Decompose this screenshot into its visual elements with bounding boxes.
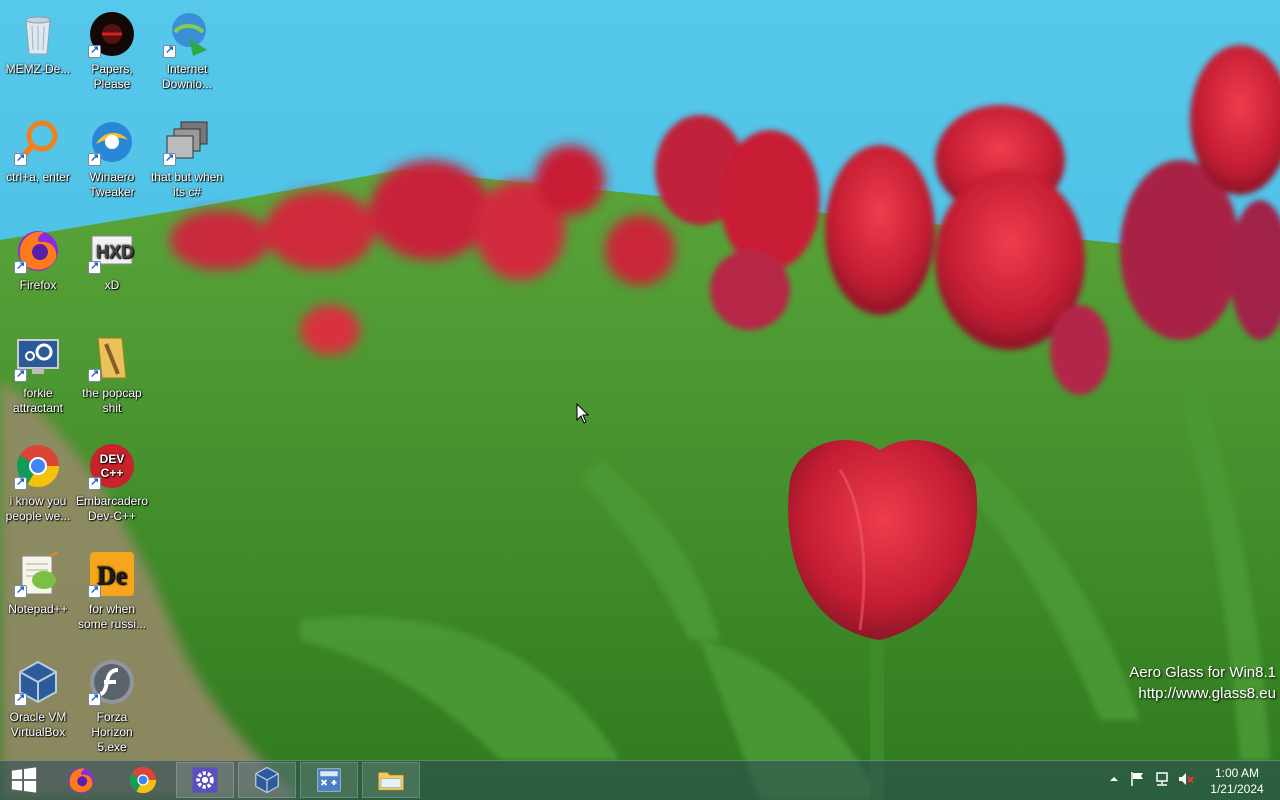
- desktop-icon-label: Notepad++: [8, 602, 68, 616]
- watermark-line-1: Aero Glass for Win8.1: [1129, 664, 1276, 681]
- folder-icon: [88, 334, 136, 382]
- desktop-icon-firefox[interactable]: Firefox: [0, 220, 76, 320]
- desktop-icon-ctrl-a-enter[interactable]: ctrl+a, enter: [0, 112, 76, 212]
- chrome-icon: [129, 766, 157, 794]
- papers-please-icon: [88, 10, 136, 58]
- aero-glass-watermark: Aero Glass for Win8.1 http://www.glass8.…: [1129, 662, 1276, 704]
- svg-text:DEV: DEV: [100, 452, 125, 466]
- devcpp-icon: DEV C++: [88, 442, 136, 490]
- watermark-line-2: http://www.glass8.eu: [1138, 685, 1276, 702]
- tray-volume-button[interactable]: [1177, 770, 1195, 788]
- de-icon: De: [88, 550, 136, 598]
- desktop-icon-label: i know you people we...: [5, 494, 71, 523]
- desktop-icon-label: Papers, Please: [91, 62, 133, 91]
- svg-text:HXD: HXD: [96, 242, 134, 262]
- gear-icon: [192, 767, 218, 793]
- taskbar-calculator-button[interactable]: [300, 762, 358, 798]
- taskbar-virtualbox-button[interactable]: [238, 762, 296, 798]
- desktop-icon-label: xD: [104, 278, 120, 292]
- stacked-windows-icon: [163, 118, 211, 166]
- taskbar-file-explorer-button[interactable]: [362, 762, 420, 798]
- mouse-cursor-icon: [576, 403, 590, 424]
- desktop-icon-label: Forza Horizon 5.exe: [91, 710, 133, 754]
- internet-download-manager-icon: [163, 10, 211, 58]
- desktop-icon-label: Oracle VM VirtualBox: [9, 710, 67, 739]
- desktop-icon-internet-download-manager[interactable]: Internet Downlo...: [149, 4, 225, 104]
- desktop-icon-memz[interactable]: MEMZ-De...: [0, 4, 76, 104]
- desktop-icon-forza-horizon-5[interactable]: Forza Horizon 5.exe: [74, 652, 150, 754]
- svg-text:De: De: [97, 561, 127, 590]
- desktop-icon-the-popcap-shit[interactable]: the popcap shit: [74, 328, 150, 428]
- desktop-icon-label: MEMZ-De...: [5, 62, 71, 76]
- desktop-icon-label: Internet Downlo...: [161, 62, 213, 91]
- desktop-icon-label: forkie attractant: [12, 386, 64, 415]
- taskbar-clock[interactable]: 1:00 AM 1/21/2024: [1200, 765, 1274, 797]
- hxd-icon: HXD: [88, 226, 136, 274]
- tray-network-button[interactable]: [1153, 770, 1171, 788]
- firefox-icon: [68, 768, 94, 794]
- desktop-icon-label: Embarcadero Dev-C++: [75, 494, 149, 523]
- taskbar-settings-button[interactable]: [176, 762, 234, 798]
- desktop-icon-chrome[interactable]: i know you people we...: [0, 436, 76, 536]
- notepadpp-icon: [14, 550, 62, 598]
- firefox-icon: [14, 226, 62, 274]
- desktop-icon-for-when-some-russi[interactable]: De for when some russi...: [74, 544, 150, 644]
- computer-settings-icon: [14, 334, 62, 382]
- desktop-icon-oracle-vm-virtualbox[interactable]: Oracle VM VirtualBox: [0, 652, 76, 752]
- desktop-icon-embarcadero-dev-cpp[interactable]: DEVC++ Embarcadero Dev-C++: [74, 436, 150, 536]
- clock-date: 1/21/2024: [1210, 782, 1264, 796]
- start-button[interactable]: [6, 764, 42, 796]
- chrome-icon: [14, 442, 62, 490]
- desktop-icon-label: the popcap shit: [82, 386, 142, 415]
- tray-action-center-button[interactable]: [1129, 770, 1147, 788]
- desktop-icon-label: ctrl+a, enter: [6, 170, 70, 184]
- desktop-icon-papers-please[interactable]: Papers, Please: [74, 4, 150, 104]
- svg-text:C++: C++: [101, 466, 124, 480]
- tray-show-hidden-button[interactable]: [1105, 770, 1123, 788]
- desktop-icon-label: Winaero Tweaker: [89, 170, 135, 199]
- flag-icon: [1131, 772, 1143, 786]
- folder-icon: [378, 772, 404, 791]
- recycle-bin-icon: [14, 10, 62, 58]
- winaero-tweaker-icon: [88, 118, 136, 166]
- desktop-icon-label: that but when its c#: [150, 170, 224, 199]
- magnifier-icon: [14, 118, 62, 166]
- taskbar: [0, 760, 1280, 800]
- virtualbox-icon: [14, 658, 62, 706]
- desktop-icon-notepad-plus-plus[interactable]: Notepad++: [0, 544, 76, 644]
- virtualbox-icon: [255, 766, 279, 794]
- desktop-icon-forkie-attractant[interactable]: forkie attractant: [0, 328, 76, 428]
- desktop-icon-xd[interactable]: HXD xD: [74, 220, 150, 320]
- desktop-icon-label: Firefox: [19, 278, 57, 292]
- windows-logo-icon: [11, 767, 37, 793]
- desktop-icon-label: for when some russi...: [77, 602, 146, 631]
- flash-icon: [88, 658, 136, 706]
- desktop-icon-that-but-when-its-c-sharp[interactable]: that but when its c#: [149, 112, 225, 212]
- taskbar-chrome-button[interactable]: [114, 762, 172, 798]
- desktop-icon-winaero-tweaker[interactable]: Winaero Tweaker: [74, 112, 150, 212]
- taskbar-firefox-button[interactable]: [52, 762, 110, 798]
- speaker-muted-icon: [1179, 773, 1194, 785]
- chevron-up-icon: [1110, 777, 1118, 781]
- calculator-icon: [317, 768, 341, 792]
- clock-time: 1:00 AM: [1214, 766, 1260, 780]
- network-icon: [1156, 772, 1168, 786]
